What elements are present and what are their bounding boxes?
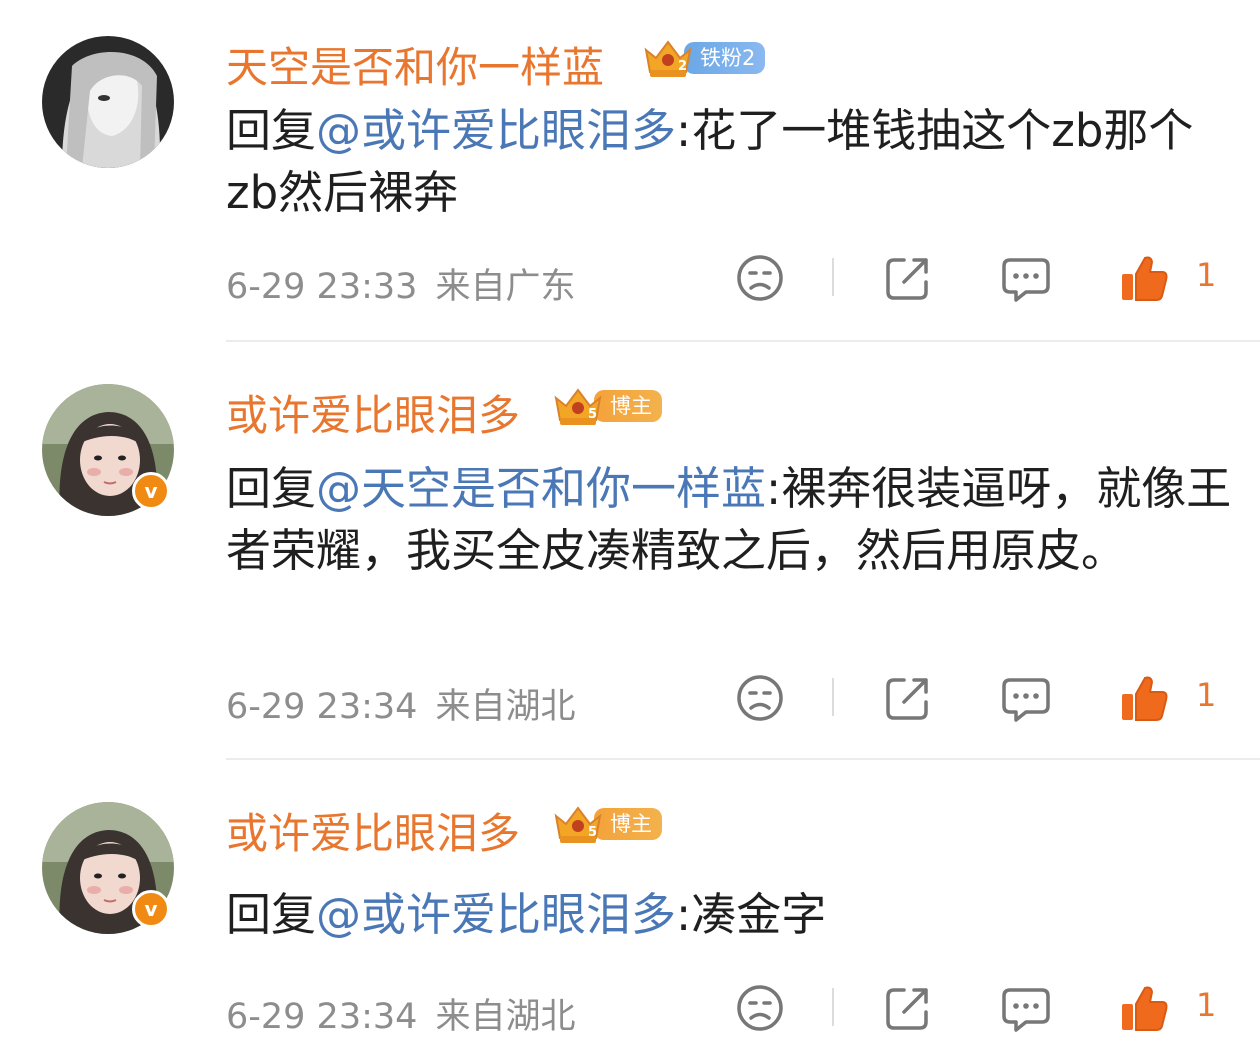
sad-face-icon[interactable] bbox=[734, 672, 786, 724]
divider bbox=[226, 340, 1260, 342]
crown-icon: 5 bbox=[554, 806, 602, 843]
reply-prefix: 回复 bbox=[226, 104, 317, 157]
thumbs-up-icon[interactable] bbox=[1118, 982, 1170, 1034]
divider bbox=[832, 988, 834, 1026]
svg-text:5: 5 bbox=[588, 407, 597, 422]
verified-icon: v bbox=[132, 890, 170, 928]
share-icon[interactable] bbox=[882, 982, 934, 1034]
avatar[interactable]: v bbox=[42, 384, 174, 516]
thumbs-up-icon[interactable] bbox=[1118, 672, 1170, 724]
action-bar: 1 bbox=[0, 252, 1260, 312]
reply-prefix: 回复 bbox=[226, 888, 317, 941]
badge-label: 博主 bbox=[594, 390, 662, 422]
avatar-image bbox=[42, 36, 174, 168]
comment-bubble-icon[interactable] bbox=[1000, 672, 1052, 724]
mention-link[interactable]: @或许爱比眼泪多 bbox=[316, 104, 676, 157]
comment-text: 回复@或许爱比眼泪多:凑金字 bbox=[226, 884, 1236, 946]
reply-prefix: 回复 bbox=[226, 462, 317, 515]
like-count: 1 bbox=[1196, 676, 1217, 714]
comment-bubble-icon[interactable] bbox=[1000, 252, 1052, 304]
mention-link[interactable]: @天空是否和你一样蓝 bbox=[316, 462, 766, 515]
avatar[interactable]: v bbox=[42, 802, 174, 934]
thumbs-up-icon[interactable] bbox=[1118, 252, 1170, 304]
sad-face-icon[interactable] bbox=[734, 982, 786, 1034]
action-bar: 1 bbox=[0, 982, 1260, 1042]
share-icon[interactable] bbox=[882, 672, 934, 724]
crown-icon: 2 bbox=[644, 40, 692, 77]
verified-icon: v bbox=[132, 472, 170, 510]
like-count: 1 bbox=[1196, 256, 1217, 294]
action-bar: 1 bbox=[0, 672, 1260, 732]
sad-face-icon[interactable] bbox=[734, 252, 786, 304]
crown-icon: 5 bbox=[554, 388, 602, 425]
avatar[interactable] bbox=[42, 36, 174, 168]
divider bbox=[226, 758, 1260, 760]
divider bbox=[832, 258, 834, 296]
share-icon[interactable] bbox=[882, 252, 934, 304]
username[interactable]: 或许爱比眼泪多 bbox=[226, 382, 520, 443]
blogger-badge[interactable]: 5 博主 bbox=[552, 806, 662, 843]
svg-text:5: 5 bbox=[588, 825, 597, 840]
like-count: 1 bbox=[1196, 986, 1217, 1024]
svg-text:2: 2 bbox=[678, 59, 687, 74]
blogger-badge[interactable]: 5 博主 bbox=[552, 388, 662, 425]
username[interactable]: 天空是否和你一样蓝 bbox=[226, 34, 604, 95]
comment-text: 回复@或许爱比眼泪多:花了一堆钱抽这个zb那个zb然后裸奔 bbox=[226, 100, 1236, 224]
badge-label: 博主 bbox=[594, 808, 662, 840]
badge-label: 铁粉2 bbox=[684, 42, 766, 74]
comment-text: 回复@天空是否和你一样蓝:裸奔很装逼呀，就像王者荣耀，我买全皮凑精致之后，然后用… bbox=[226, 458, 1236, 582]
comment-bubble-icon[interactable] bbox=[1000, 982, 1052, 1034]
mention-link[interactable]: @或许爱比眼泪多 bbox=[316, 888, 676, 941]
divider bbox=[832, 678, 834, 716]
fan-badge[interactable]: 2 铁粉2 bbox=[642, 40, 766, 77]
username[interactable]: 或许爱比眼泪多 bbox=[226, 800, 520, 861]
comment-body: :凑金字 bbox=[676, 888, 827, 941]
